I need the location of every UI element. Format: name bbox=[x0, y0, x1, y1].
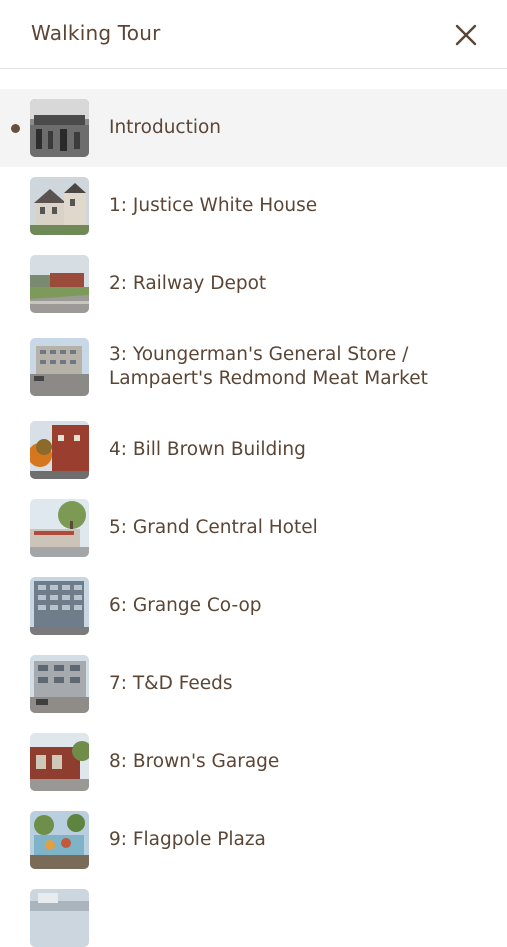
tour-stop-6[interactable]: 6: Grange Co-op bbox=[0, 567, 507, 645]
current-stop-indicator bbox=[11, 124, 20, 133]
thumbnail-image bbox=[30, 499, 89, 557]
thumbnail-image bbox=[30, 255, 89, 313]
thumbnail-image bbox=[30, 655, 89, 713]
thumbnail-image bbox=[30, 338, 89, 396]
tour-stop-label: 9: Flagpole Plaza bbox=[109, 829, 266, 850]
tour-stop-label: Introduction bbox=[109, 117, 222, 138]
tour-stop-label: 3: Youngerman's General Store / Lampaert… bbox=[109, 344, 428, 389]
tour-stop-2[interactable]: 2: Railway Depot bbox=[0, 245, 507, 323]
page-title: Walking Tour bbox=[31, 21, 161, 45]
tour-stop-introduction[interactable]: Introduction bbox=[0, 89, 507, 167]
thumbnail-image bbox=[30, 733, 89, 791]
thumbnail-image bbox=[30, 889, 89, 947]
tour-stop-7[interactable]: 7: T&D Feeds bbox=[0, 645, 507, 723]
tour-stop-label: 5: Grand Central Hotel bbox=[109, 517, 318, 538]
tour-stop-1[interactable]: 1: Justice White House bbox=[0, 167, 507, 245]
tour-stop-3[interactable]: 3: Youngerman's General Store / Lampaert… bbox=[0, 323, 507, 411]
tour-stop-partial[interactable] bbox=[0, 879, 507, 947]
tour-stop-label: 1: Justice White House bbox=[109, 195, 318, 216]
tour-stop-label: 2: Railway Depot bbox=[109, 273, 267, 294]
app-header: Walking Tour bbox=[0, 0, 507, 69]
tour-stop-list: Introduction 1: Justice White House 2: R… bbox=[0, 89, 507, 947]
thumbnail-image bbox=[30, 421, 89, 479]
tour-stop-label: 6: Grange Co-op bbox=[109, 595, 262, 616]
thumbnail-image bbox=[30, 99, 89, 157]
tour-stop-8[interactable]: 8: Brown's Garage bbox=[0, 723, 507, 801]
tour-stop-label: 4: Bill Brown Building bbox=[109, 439, 306, 460]
close-button[interactable] bbox=[448, 17, 484, 53]
tour-stop-5[interactable]: 5: Grand Central Hotel bbox=[0, 489, 507, 567]
close-icon bbox=[455, 24, 477, 46]
tour-stop-label: 7: T&D Feeds bbox=[109, 673, 233, 694]
tour-stop-label: 8: Brown's Garage bbox=[109, 751, 280, 772]
tour-stop-4[interactable]: 4: Bill Brown Building bbox=[0, 411, 507, 489]
thumbnail-image bbox=[30, 177, 89, 235]
thumbnail-image bbox=[30, 811, 89, 869]
tour-stop-9[interactable]: 9: Flagpole Plaza bbox=[0, 801, 507, 879]
thumbnail-image bbox=[30, 577, 89, 635]
